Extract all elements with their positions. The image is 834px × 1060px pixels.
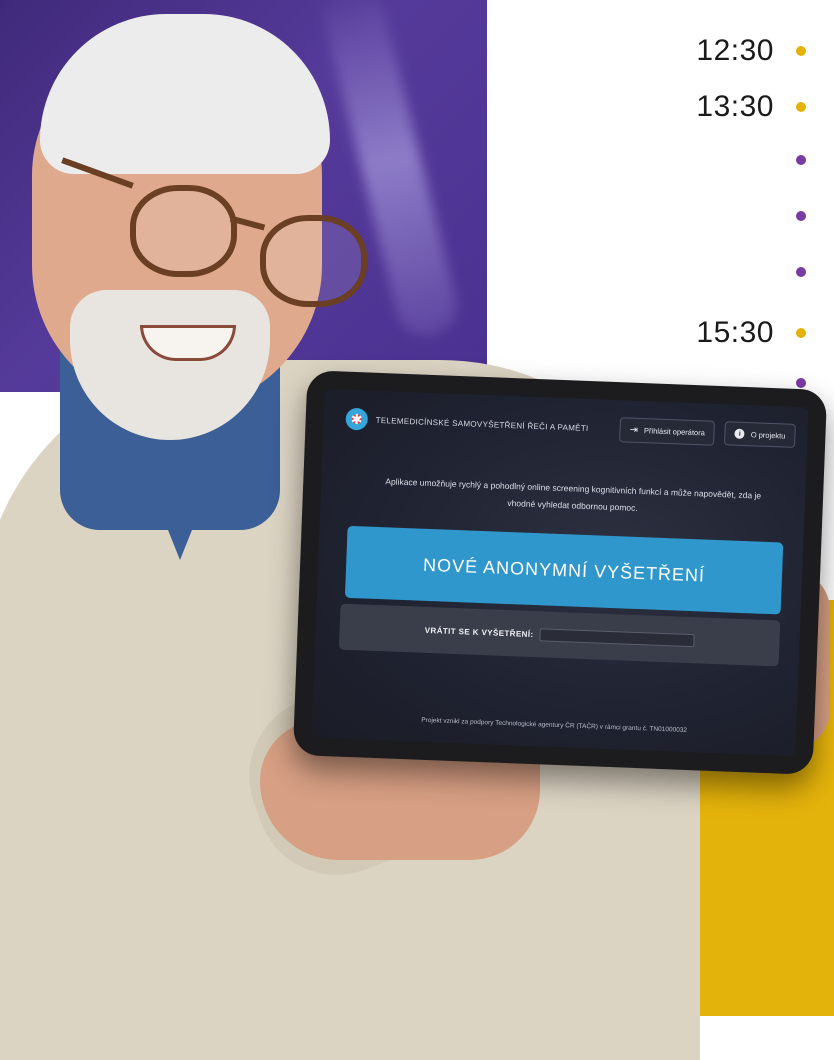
funding-footer: Projekt vznikl za podpory Technologické …	[421, 716, 688, 734]
schedule-row: 12:30	[696, 34, 806, 68]
timeline-dot-yellow	[796, 328, 806, 338]
schedule-time: 13:30	[696, 90, 774, 123]
timeline-dot-purple	[796, 155, 806, 165]
login-icon: ⇥	[629, 424, 639, 436]
timeline-dot-purple	[796, 211, 806, 221]
yellow-background-panel	[380, 740, 834, 1016]
timeline-dot-purple	[796, 378, 806, 388]
operator-login-button[interactable]: ⇥ Přihlásit operátora	[619, 416, 716, 446]
purple-background-panel	[0, 0, 487, 392]
schedule-row	[796, 211, 806, 221]
schedule-row: 13:30	[696, 90, 806, 124]
light-streak-decoration	[317, 0, 463, 342]
tablet-device: ✱ TELEMEDICÍNSKÉ SAMOVYŠETŘENÍ ŘEČI A PA…	[292, 370, 828, 775]
operator-login-label: Přihlásit operátora	[643, 425, 706, 437]
about-project-label: O projektu	[750, 429, 786, 441]
timeline-dot-yellow	[796, 102, 806, 112]
schedule-time: 15:30	[696, 316, 774, 349]
about-project-button[interactable]: i O projektu	[724, 421, 796, 448]
info-icon: i	[734, 428, 746, 439]
new-anonymous-exam-button[interactable]: NOVÉ ANONYMNÍ VYŠETŘENÍ	[344, 525, 784, 615]
return-to-exam-label: VRÁTIT SE K VYŠETŘENÍ:	[424, 625, 534, 639]
brain-logo-icon: ✱	[345, 407, 369, 431]
timeline-dot-purple	[796, 267, 806, 277]
timeline-dot-yellow	[796, 46, 806, 56]
schedule-row	[796, 155, 806, 165]
schedule-row	[796, 267, 806, 277]
schedule-time: 12:30	[696, 34, 774, 67]
exam-code-input[interactable]	[539, 627, 695, 647]
schedule-row	[796, 378, 806, 388]
app-title: TELEMEDICÍNSKÉ SAMOVYŠETŘENÍ ŘEČI A PAMĚ…	[375, 415, 589, 433]
schedule-timeline: 12:30 13:30 15:30	[534, 0, 834, 400]
app-header: ✱ TELEMEDICÍNSKÉ SAMOVYŠETŘENÍ ŘEČI A PA…	[345, 402, 796, 453]
tablet-screen: ✱ TELEMEDICÍNSKÉ SAMOVYŠETŘENÍ ŘEČI A PA…	[311, 388, 809, 757]
app-description: Aplikace umožňuje rychlý a pohodlný onli…	[385, 476, 762, 513]
return-to-exam-panel: VRÁTIT SE K VYŠETŘENÍ:	[338, 603, 781, 667]
schedule-row: 15:30	[696, 316, 806, 350]
